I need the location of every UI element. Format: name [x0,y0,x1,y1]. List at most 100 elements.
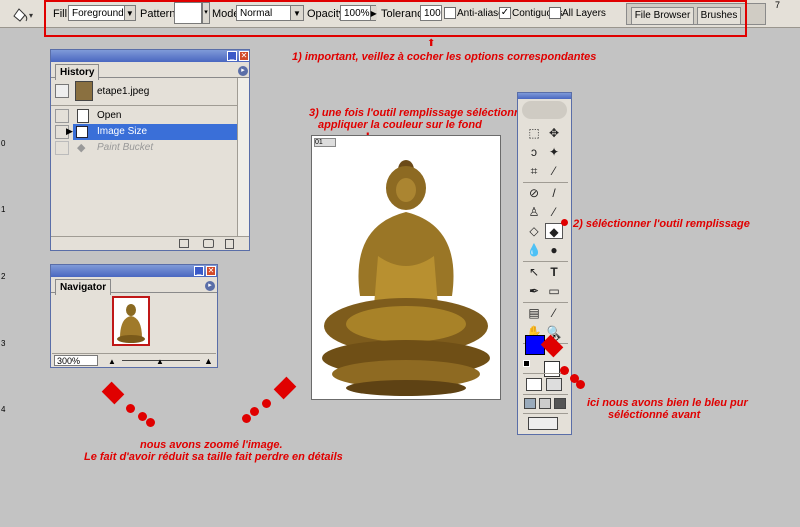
document-canvas[interactable]: 01 [311,135,501,400]
divider [523,261,568,262]
ruler-mark: 1 [1,205,6,214]
annotation-dot [146,418,155,427]
navigator-footer: 300% ▲ ▲ ▲ [52,353,216,367]
trash-icon[interactable] [225,239,234,249]
close-icon[interactable]: ✕ [206,266,216,276]
standard-screen-mode-icon[interactable] [524,398,536,409]
zoom-out-icon[interactable]: ▲ [108,357,116,366]
close-icon[interactable]: ✕ [239,51,249,61]
camera-icon[interactable] [203,239,214,248]
annotation-dot [242,414,251,423]
annotation-apply-line1: 3) une fois l'outil remplissage séléctio… [309,107,530,119]
annotation-dot [561,219,568,226]
annotation-frame [44,0,747,37]
annotation-dot [126,404,135,413]
navigator-palette: _ ✕ Navigator ▸ 300% ▲ ▲ ▲ [50,264,218,368]
healing-brush-icon[interactable]: ⊘ [525,185,543,201]
standard-mode-icon[interactable] [526,378,542,391]
history-source-box[interactable] [55,141,69,155]
buddha-thumbnail [117,304,145,343]
history-state-image-size[interactable]: Image Size [73,124,237,140]
move-icon[interactable]: ✥ [545,125,563,141]
clone-stamp-icon[interactable]: ♙ [525,204,543,220]
path-selection-icon[interactable]: ↖ [525,264,543,280]
annotation-zoom-line1: nous avons zoomé l'image. [140,439,283,451]
blur-icon[interactable]: 💧 [525,242,543,258]
state-pointer-icon: ▶ [66,126,73,136]
annotation-options: 1) important, veillez à cocher les optio… [292,51,597,63]
history-state-label: Image Size [97,126,148,137]
default-colors-icon[interactable] [523,360,530,367]
eraser-icon[interactable]: ◇ [525,223,543,239]
navigator-titlebar[interactable] [51,265,217,277]
snapshot-thumbnail [75,81,93,101]
slice-icon[interactable]: ⁄ [545,163,563,179]
tab-navigator[interactable]: Navigator [55,279,112,295]
snapshot-name: etape1.jpeg [97,86,150,97]
annotation-dot [262,399,271,408]
divider [523,302,568,303]
arrow-up-icon: ⬆ [427,38,436,49]
background-color-swatch[interactable] [544,361,560,377]
zoom-slider-handle[interactable]: ▲ [156,357,164,366]
history-state-paint-bucket[interactable]: ◆ Paint Bucket [51,140,237,156]
annotation-blue-line2: séléctionné avant [608,409,701,421]
arrow-up-left-icon [101,381,125,405]
notes-icon[interactable]: ▤ [525,305,543,321]
minimize-icon[interactable]: _ [227,51,237,61]
history-state-open[interactable]: Open [51,108,237,124]
history-palette: _ ✕ History ▸ etape1.jpeg Open Image Siz… [50,49,250,251]
adobe-feather-icon[interactable] [522,101,567,119]
history-scrollbar[interactable] [237,78,249,236]
type-icon[interactable]: T [545,264,563,280]
divider [523,182,568,183]
image-size-icon [76,126,88,138]
dodge-icon[interactable]: ● [545,242,563,258]
annotation-dot [250,407,259,416]
annotation-zoom-line2: Le fait d'avoir réduit sa taille fait pe… [84,451,343,463]
history-source-box[interactable] [55,109,69,123]
paint-bucket-icon: ◆ [77,142,86,154]
marquee-icon[interactable]: ⬚ [525,125,543,141]
rectangle-shape-icon[interactable]: ▭ [545,283,563,299]
history-footer [51,236,249,250]
full-screen-mode-icon[interactable] [554,398,566,409]
navigator-view-box[interactable] [112,296,150,346]
svg-text:▾: ▾ [29,11,33,20]
history-brush-icon[interactable] [55,84,69,98]
ruler-mark: 2 [1,272,6,281]
new-document-icon[interactable] [179,239,189,248]
jump-to-imageready-icon[interactable] [528,417,558,430]
annotation-apply-line2: appliquer la couleur sur le fond [318,119,482,131]
magic-wand-icon[interactable]: ✦ [545,144,563,160]
brush-icon[interactable]: / [545,185,563,201]
tools-palette: ⬚ ✥ ↄ ✦ ⌗ ⁄ ⊘ / ♙ ⁄ ◇ ◆ 💧 ● ↖ T ✒ ▭ ▤ ⁄ … [517,92,572,435]
buddha-image [322,160,490,396]
full-screen-menu-mode-icon[interactable] [539,398,551,409]
divider [523,413,568,414]
ruler-mark: 3 [1,339,6,348]
ruler-mark: 0 [1,139,6,148]
palette-menu-icon[interactable]: ▸ [238,66,248,76]
vertical-ruler: 0 1 2 3 4 [0,28,10,527]
annotation-dot [560,366,569,375]
zoom-in-icon[interactable]: ▲ [204,356,213,366]
snapshot-row[interactable]: etape1.jpeg [51,78,249,106]
pen-icon[interactable]: ✒ [525,283,543,299]
history-brush-icon[interactable]: ⁄ [545,204,563,220]
zoom-field[interactable]: 300% [54,355,98,366]
zoom-value: 300% [57,356,81,366]
crop-icon[interactable]: ⌗ [525,163,543,179]
paint-bucket-icon[interactable]: ◆ [545,223,563,239]
minimize-icon[interactable]: _ [194,266,204,276]
palette-menu-icon[interactable]: ▸ [205,281,215,291]
eyedropper-icon[interactable]: ⁄ [545,305,563,321]
tools-titlebar[interactable] [518,93,571,99]
history-titlebar[interactable] [51,50,249,62]
divider [523,394,568,395]
history-state-label: Paint Bucket [97,142,154,153]
paint-bucket-tool-preset-icon[interactable]: ▾ [8,4,34,24]
quick-mask-mode-icon[interactable] [546,378,562,391]
lasso-icon[interactable]: ↄ [525,144,543,160]
arrow-up-right-icon [273,376,297,400]
